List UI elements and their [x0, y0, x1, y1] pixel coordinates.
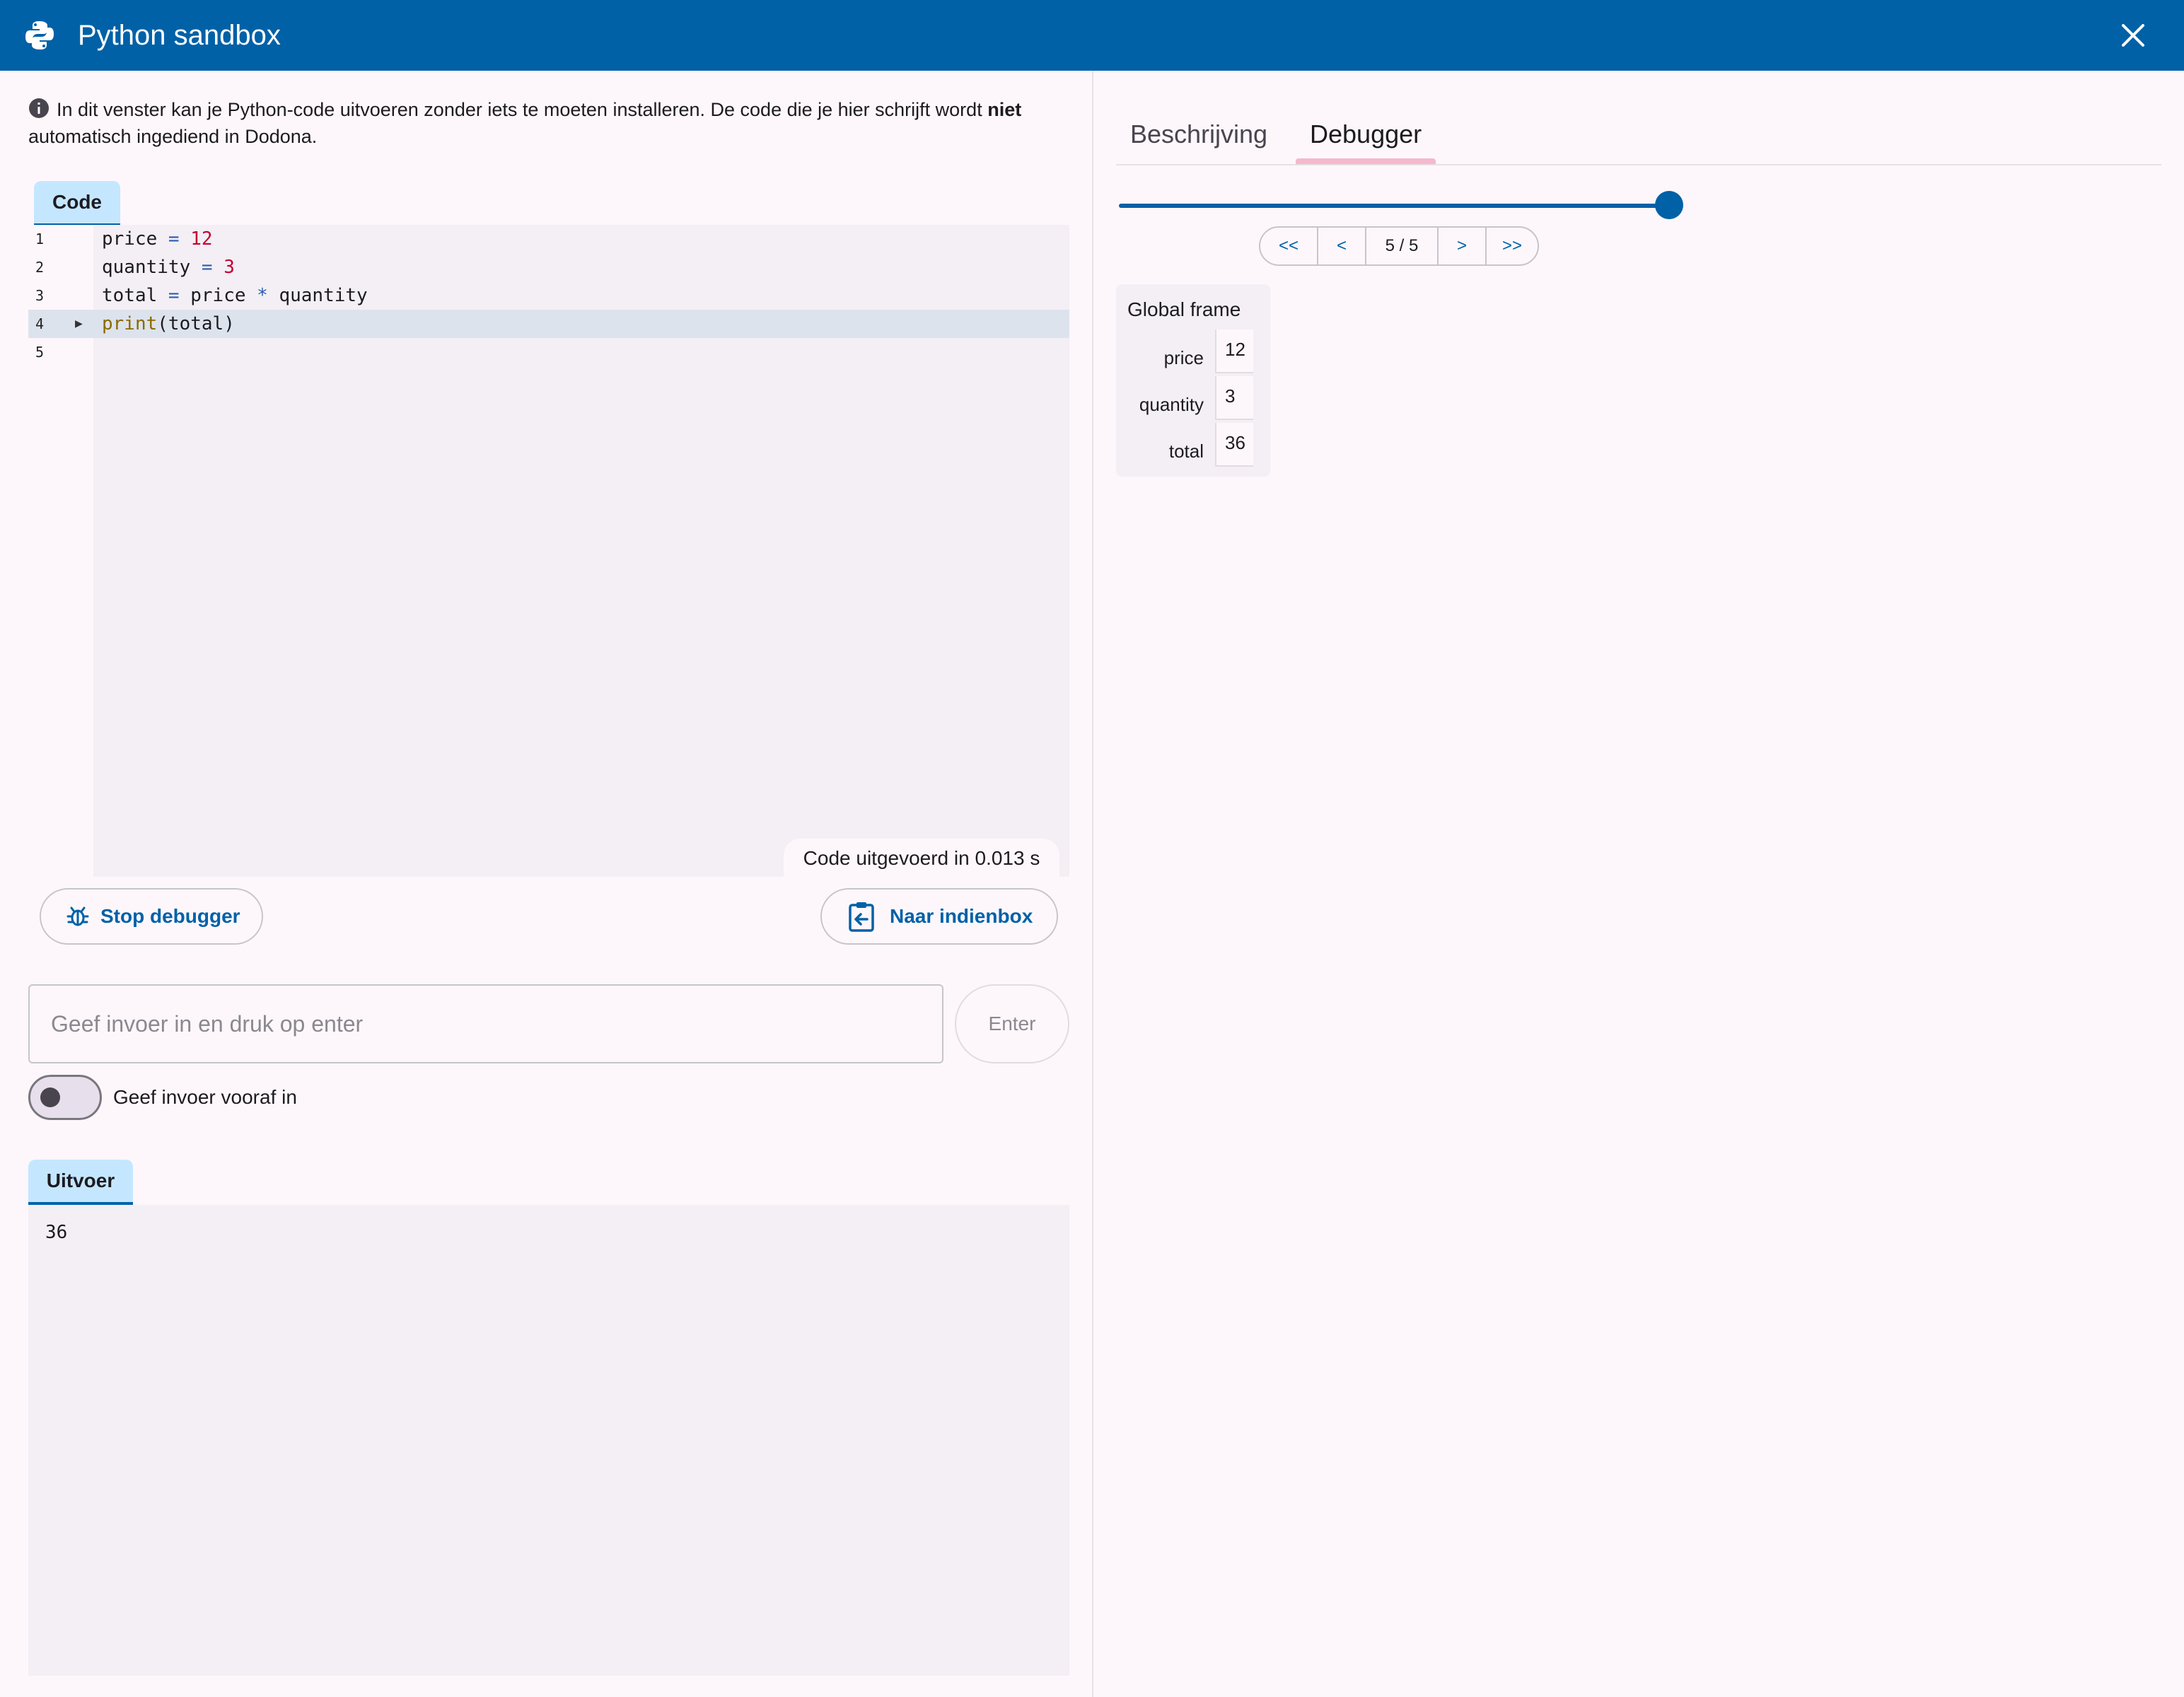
tab-debugger[interactable]: Debugger [1310, 106, 1422, 163]
variable-name: price [1163, 347, 1204, 368]
close-icon[interactable] [2118, 20, 2149, 51]
line-number: 1 [35, 231, 45, 247]
variable-value: 36 [1215, 423, 1253, 467]
variable-name: quantity [1139, 394, 1204, 415]
title-bar: Python sandbox [0, 0, 2184, 71]
prefill-input-toggle[interactable] [28, 1075, 102, 1120]
frame-variable-row: price 12 [1116, 330, 1270, 376]
code-line[interactable]: 3 total = price * quantity [28, 281, 1069, 310]
prefill-input-label: Geef invoer vooraf in [113, 1086, 297, 1108]
stdin-input[interactable] [28, 984, 943, 1063]
code-line[interactable]: 4 ▶ print(total) [28, 310, 1069, 338]
global-frame: Global frame price 12 quantity 3 total 3… [1116, 284, 1270, 477]
step-slider-track[interactable] [1119, 204, 1671, 208]
frame-variable-row: quantity 3 [1116, 376, 1270, 423]
active-tab-indicator [1296, 158, 1436, 164]
to-submit-box-label: Naar indienbox [890, 905, 1033, 927]
tabs-divider [1116, 164, 2161, 165]
info-text: In dit venster kan je Python-code uitvoe… [57, 99, 988, 120]
code-text: quantity = 3 [102, 257, 235, 278]
toggle-knob [40, 1087, 60, 1107]
code-editor[interactable]: 1 price = 12 2 quantity = 3 3 total = price *… [28, 225, 1069, 877]
next-step-button[interactable]: > [1439, 228, 1485, 264]
code-line[interactable]: 2 quantity = 3 [28, 253, 1069, 281]
step-navigation: << < 5 / 5 > >> [1259, 226, 1539, 266]
code-line[interactable]: 5 [28, 338, 1069, 366]
info-text-end: automatisch ingediend in Dodona. [28, 126, 318, 147]
code-tab[interactable]: Code [34, 181, 120, 226]
sandbox-left-pane: In dit venster kan je Python-code uitvoe… [0, 71, 1092, 1697]
code-line[interactable]: 1 price = 12 [28, 225, 1069, 253]
line-number: 2 [35, 259, 45, 276]
window-title: Python sandbox [78, 20, 281, 51]
clipboard-arrow-icon [849, 902, 874, 932]
previous-step-button[interactable]: < [1318, 228, 1365, 264]
line-number: 5 [35, 344, 45, 361]
info-icon [29, 98, 49, 118]
variable-value: 12 [1215, 330, 1253, 373]
output-tab[interactable]: Uitvoer [28, 1160, 133, 1205]
bug-icon [66, 906, 89, 926]
line-number: 3 [35, 287, 45, 304]
line-number: 4 [35, 315, 45, 332]
enter-button[interactable]: Enter [955, 984, 1069, 1063]
debugger-right-pane: Beschrijving Debugger << < 5 / 5 > >> Gl… [1093, 71, 2184, 1697]
current-line-arrow-icon: ▶ [75, 316, 83, 331]
code-text: price = 12 [102, 228, 213, 250]
variable-name: total [1168, 441, 1204, 462]
stop-debugger-label: Stop debugger [100, 905, 240, 927]
output-panel: 36 [28, 1205, 1069, 1676]
frame-title: Global frame [1127, 298, 1241, 320]
info-text-bold: niet [987, 99, 1022, 120]
code-text: total = price * quantity [102, 285, 368, 306]
step-counter: 5 / 5 [1385, 236, 1419, 255]
execution-time: Code uitgevoerd in 0.013 s [784, 839, 1059, 878]
info-message: In dit venster kan je Python-code uitvoe… [28, 96, 1075, 150]
first-step-button[interactable]: << [1260, 228, 1317, 264]
step-slider-thumb[interactable] [1655, 191, 1683, 219]
frame-variable-row: total 36 [1116, 423, 1270, 470]
stop-debugger-button[interactable]: Stop debugger [40, 888, 263, 945]
to-submit-box-button[interactable]: Naar indienbox [820, 888, 1058, 945]
tab-description[interactable]: Beschrijving [1130, 106, 1267, 163]
python-logo-icon [25, 21, 54, 49]
last-step-button[interactable]: >> [1487, 228, 1538, 264]
variable-value: 3 [1215, 376, 1253, 420]
code-text: print(total) [102, 313, 235, 334]
output-text: 36 [45, 1222, 68, 1243]
